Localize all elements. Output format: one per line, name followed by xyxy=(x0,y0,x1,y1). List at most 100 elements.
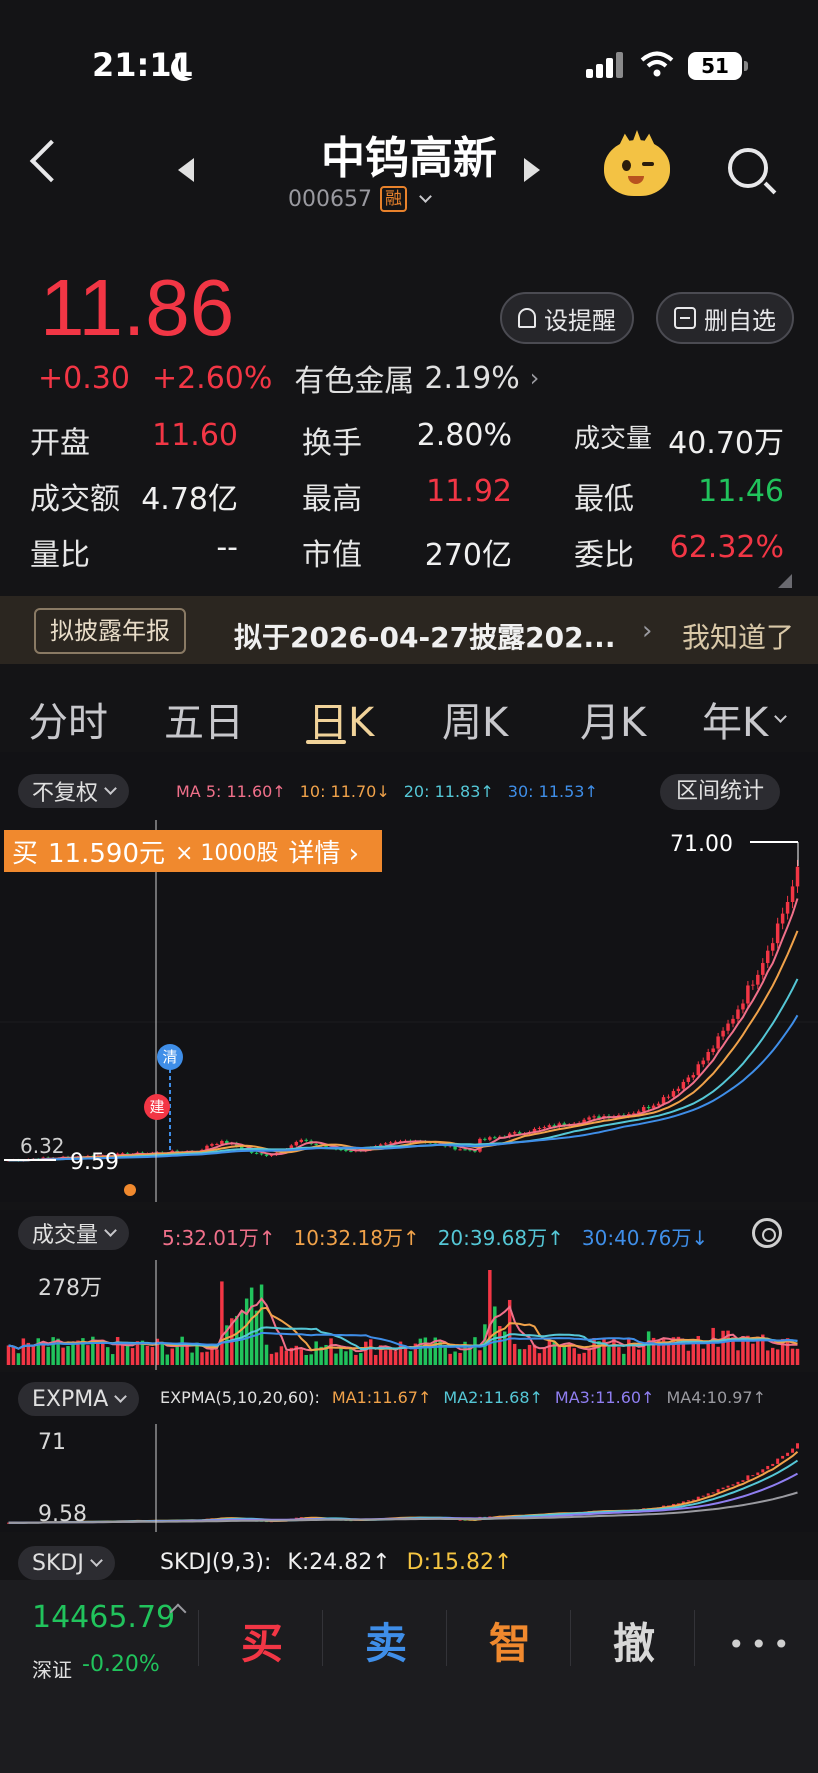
candle-body xyxy=(314,1143,318,1145)
candle-body xyxy=(483,1138,487,1140)
volume-bar xyxy=(66,1346,70,1365)
expma-candle xyxy=(706,1493,710,1496)
candle-body xyxy=(304,1139,308,1141)
remove-watchlist-button[interactable]: 删自选 xyxy=(656,292,794,344)
candle-body xyxy=(766,950,770,964)
volume-bar xyxy=(493,1306,497,1365)
volume-bar xyxy=(770,1347,775,1365)
chevron-down-icon xyxy=(774,710,788,723)
stat-value: 62.32% xyxy=(669,530,784,565)
volume-chart[interactable] xyxy=(0,1260,818,1370)
chevron-down-icon xyxy=(419,190,432,203)
tab-monthly-k[interactable]: 月K xyxy=(580,690,646,748)
legend-item: EXPMA(5,10,20,60): xyxy=(160,1388,320,1407)
candle-body xyxy=(731,1018,735,1024)
volume-bar xyxy=(135,1341,140,1365)
volume-bar xyxy=(617,1347,621,1365)
volume-indicator-dropdown[interactable]: 成交量 xyxy=(18,1216,130,1250)
clear-position-marker[interactable]: 清 xyxy=(157,1044,183,1070)
margin-badge: 融 xyxy=(379,186,407,212)
volume-bar xyxy=(175,1346,179,1365)
expma-candle xyxy=(761,1469,765,1473)
expma-chart[interactable] xyxy=(0,1424,818,1532)
volume-bar xyxy=(408,1351,413,1365)
volume-bar xyxy=(736,1350,740,1365)
volume-bar xyxy=(582,1352,586,1365)
candle-body xyxy=(294,1141,299,1146)
range-stats-button[interactable]: 区间统计 xyxy=(660,774,781,810)
legend-item: D:15.82↑ xyxy=(406,1550,513,1575)
expma-indicator-dropdown[interactable]: EXPMA xyxy=(18,1382,140,1416)
candle-body xyxy=(711,1048,715,1052)
index-change: -0.20% xyxy=(82,1652,160,1677)
next-stock-icon[interactable] xyxy=(524,158,540,182)
index-value[interactable]: 14465.79 xyxy=(32,1600,175,1635)
adjust-label: 不复权 xyxy=(32,781,99,806)
trade-side: 买 xyxy=(12,838,39,869)
minus-icon xyxy=(674,307,696,329)
stat-value: 2.80% xyxy=(416,418,512,453)
stat-value: -- xyxy=(216,530,238,565)
kline-min-label: 9.59 xyxy=(70,1150,119,1175)
skdj-indicator-dropdown[interactable]: SKDJ xyxy=(18,1546,115,1580)
adjust-dropdown[interactable]: 不复权 xyxy=(18,774,130,808)
trade-detail-link[interactable]: 详情 › xyxy=(288,833,359,870)
expma-candle xyxy=(731,1484,735,1486)
candle-body xyxy=(671,1091,676,1097)
stock-code-row[interactable]: 000657 融 xyxy=(288,186,432,212)
kline-chart[interactable] xyxy=(0,820,818,1202)
active-tab-indicator xyxy=(306,740,346,744)
candle-body xyxy=(681,1081,686,1089)
volume-bar xyxy=(602,1337,606,1365)
candle-body xyxy=(656,1103,661,1106)
tab-yearly-k-label: 年K xyxy=(702,700,769,746)
volume-bar xyxy=(61,1347,65,1365)
volume-bar xyxy=(354,1354,358,1365)
build-position-marker[interactable]: 建 xyxy=(144,1094,170,1120)
legend-item: SKDJ(9,3): xyxy=(160,1550,272,1575)
candle-body xyxy=(701,1060,705,1065)
search-icon[interactable] xyxy=(728,148,768,188)
volume-bar xyxy=(244,1298,249,1365)
legend-item: MA 5: 11.60↑ xyxy=(176,782,286,801)
candle-body xyxy=(795,866,800,887)
stat-label: 市值 xyxy=(302,538,362,573)
smart-order-button[interactable]: 智 xyxy=(448,1610,572,1671)
chevron-down-icon xyxy=(114,1390,128,1403)
volume-bar xyxy=(383,1350,388,1365)
sector-link[interactable]: 有色金属 2.19% › xyxy=(294,356,539,400)
tab-yearly-k[interactable]: 年K xyxy=(702,690,788,748)
dismiss-announcement-button[interactable]: 我知道了 xyxy=(682,616,794,656)
set-alert-button[interactable]: 设提醒 xyxy=(500,292,634,344)
settings-icon[interactable] xyxy=(752,1218,782,1248)
sell-button[interactable]: 卖 xyxy=(324,1610,448,1671)
tab-intraday[interactable]: 分时 xyxy=(28,690,108,748)
tab-weekly-k[interactable]: 周K xyxy=(442,690,508,748)
tab-five-day[interactable]: 五日 xyxy=(164,690,244,748)
expma-candle xyxy=(771,1463,775,1466)
candle-body xyxy=(726,1023,730,1031)
chevron-right-icon: › xyxy=(642,616,653,646)
volume-bar xyxy=(443,1347,447,1365)
expma-candle xyxy=(726,1485,730,1488)
volume-bar xyxy=(418,1338,423,1365)
volume-bar xyxy=(636,1349,641,1365)
mascot-icon[interactable] xyxy=(604,140,670,196)
candle-body xyxy=(512,1132,517,1134)
buy-button[interactable]: 买 xyxy=(200,1610,324,1671)
trade-record-banner[interactable]: 买 11.590元 × 1000股 详情 › xyxy=(4,830,382,872)
volume-bar xyxy=(522,1349,527,1365)
expand-corner-icon[interactable] xyxy=(778,574,792,588)
more-icon[interactable]: ••• xyxy=(728,1628,796,1661)
sector-name: 有色金属 xyxy=(294,364,415,399)
expma-candle xyxy=(716,1489,720,1493)
candle-body xyxy=(775,923,780,944)
cancel-order-button[interactable]: 撤 xyxy=(572,1610,696,1671)
volume-bar xyxy=(314,1341,318,1365)
candle-body xyxy=(736,1009,740,1019)
announcement-text[interactable]: 拟于2026-04-27披露202... xyxy=(234,616,615,656)
set-alert-label: 设提醒 xyxy=(544,306,616,335)
volume-bar xyxy=(716,1346,720,1365)
volume-bar xyxy=(274,1352,279,1365)
expma-candle xyxy=(746,1475,750,1481)
